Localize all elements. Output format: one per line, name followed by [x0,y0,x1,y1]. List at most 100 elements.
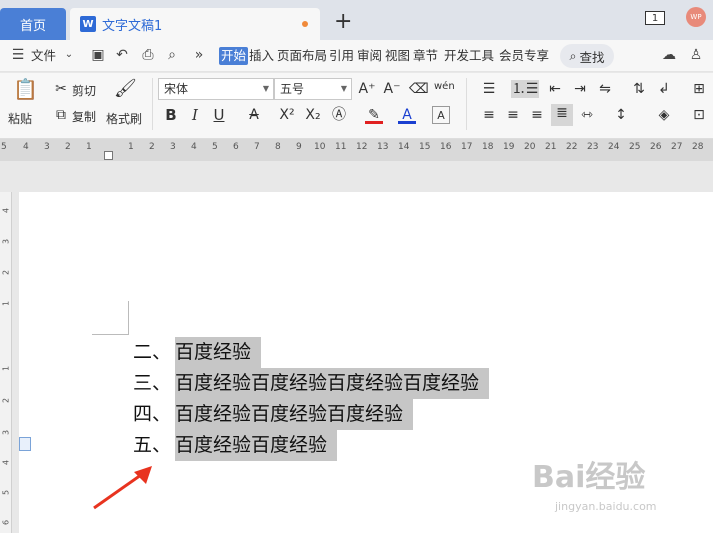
numbered-list-icon[interactable]: ⒈☰ [511,80,539,98]
search-button[interactable]: ⌕ 查找 [560,44,614,68]
tab-view[interactable]: 视图 [385,47,410,65]
ruler-tick: 2 [149,142,155,152]
align-left-icon[interactable]: ≡ [480,106,498,124]
more-chevron-icon[interactable]: » [191,47,207,63]
search-icon: ⌕ [569,48,577,63]
ruler-tick: 1 [128,142,134,152]
ruler-tick: 22 [566,142,578,152]
indent-marker[interactable] [104,151,113,160]
copy-icon[interactable]: ⧉ [52,106,70,124]
margin-corner-mark [92,301,129,335]
decrease-font-icon[interactable]: A⁻ [383,80,401,98]
vertical-ruler[interactable]: 4 3 2 1 1 2 3 4 5 6 [0,192,12,533]
divider [152,78,153,130]
ruler-tick: 16 [440,142,452,152]
font-name-select[interactable]: 宋体 ▼ [158,78,274,100]
ruler-tick: 1 [1,300,11,307]
list-item[interactable]: 四、 百度经验百度经验百度经验 [133,399,414,430]
underline-button[interactable]: U [210,106,228,124]
align-right-icon[interactable]: ≡ [528,106,546,124]
increase-font-icon[interactable]: A⁺ [358,80,376,98]
borders-icon[interactable]: ⊡ [690,106,708,124]
paste-icon[interactable]: 📋 [13,79,38,104]
avatar[interactable]: WP [686,7,706,27]
ruler-tick: 5 [1,489,11,496]
align-justify-icon[interactable]: ≣ [551,104,573,126]
paste-label[interactable]: 粘贴 [8,110,32,127]
list-text[interactable]: 百度经验百度经验百度经验百度经验 [175,368,490,399]
ruler-tick: 7 [254,142,260,152]
table-border-icon[interactable]: ⊞ [690,80,708,98]
tab-start[interactable]: 开始 [219,47,249,65]
italic-button[interactable]: I [186,106,204,124]
tab-chapter[interactable]: 章节 [413,47,438,65]
bullet-list-icon[interactable]: ☰ [480,80,498,98]
print-icon[interactable]: ⎙ [140,47,156,63]
list-item[interactable]: 三、 百度经验百度经验百度经验百度经验 [133,368,490,399]
show-marks-icon[interactable]: ↲ [655,80,673,98]
hamburger-menu-icon[interactable]: ☰ [10,47,26,63]
subscript-icon[interactable]: X₂ [304,106,322,124]
ruler-tick: 9 [296,142,302,152]
chevron-down-icon: ▼ [340,84,347,93]
ruler-tick: 2 [65,142,71,152]
divider [466,78,467,130]
tab-document[interactable]: W 文字文稿1 [70,8,320,40]
ruler-tick: 4 [1,207,11,214]
font-color-icon[interactable]: A [398,106,416,124]
distribute-icon[interactable]: ⇿ [578,106,596,124]
tab-insert[interactable]: 插入 [249,47,274,65]
horizontal-ruler[interactable]: 5 4 3 2 1 1 2 3 4 5 6 7 8 9 10 11 12 13 … [0,139,713,161]
tab-membership[interactable]: 会员专享 [499,47,549,65]
align-center-icon[interactable]: ≡ [504,106,522,124]
list-text[interactable]: 百度经验 [175,337,262,368]
list-text[interactable]: 百度经验百度经验百度经验 [175,399,414,430]
ruler-tick: 10 [314,142,326,152]
save-icon[interactable]: ▣ [90,47,106,63]
new-tab-button[interactable]: + [334,11,352,33]
chevron-down-icon[interactable]: ⌄ [61,47,77,63]
list-item[interactable]: 五、 百度经验百度经验 [133,430,338,461]
ruler-tick: 15 [419,142,431,152]
writer-doc-icon: W [80,16,96,32]
pinyin-guide-icon[interactable]: wén [434,78,455,96]
tab-developer[interactable]: 开发工具 [444,47,494,65]
print-preview-icon[interactable]: ⌕ [164,47,180,63]
highlight-color-icon[interactable]: ✎ [365,106,383,124]
tab-references[interactable]: 引用 [329,47,354,65]
tab-page-layout[interactable]: 页面布局 [277,47,327,65]
tab-review[interactable]: 审阅 [357,47,382,65]
line-spacing-icon[interactable]: ↕ [612,106,630,124]
shading-icon[interactable]: ◈ [655,106,673,124]
char-border-icon[interactable]: A [432,106,450,124]
list-item[interactable]: 二、 百度经验 [133,337,262,368]
window-count-badge[interactable]: 1 [645,11,665,25]
bold-button[interactable]: B [162,106,180,124]
ruler-tick: 24 [608,142,620,152]
chinese-layout-icon[interactable]: ⇋ [596,80,614,98]
text-effect-icon[interactable]: Ⓐ [330,106,348,124]
ruler-tick: 6 [233,142,239,152]
list-number: 二、 [133,341,172,363]
format-painter-icon[interactable]: 🖌 [114,80,137,102]
ruler-tick: 2 [1,269,11,276]
ruler-tick: 4 [23,142,29,152]
font-size-select[interactable]: 五号 ▼ [274,78,352,100]
share-user-icon[interactable]: ♙ [688,47,704,63]
scissors-icon[interactable]: ✂ [52,80,70,98]
superscript-icon[interactable]: X² [278,106,296,124]
strikethrough-icon[interactable]: A [245,106,263,124]
format-painter-label[interactable]: 格式刷 [106,110,142,127]
decrease-indent-icon[interactable]: ⇤ [546,80,564,98]
paragraph-layout-icon[interactable] [19,437,31,451]
clear-format-icon[interactable]: ⌫ [409,80,429,98]
list-text[interactable]: 百度经验百度经验 [175,430,338,461]
file-menu[interactable]: 文件 [31,47,56,65]
sort-icon[interactable]: ⇅ [630,80,648,98]
increase-indent-icon[interactable]: ⇥ [571,80,589,98]
undo-icon[interactable]: ↶ [114,47,130,63]
tab-home[interactable]: 首页 [0,8,66,40]
cut-label[interactable]: 剪切 [72,82,96,99]
cloud-sync-icon[interactable]: ☁ [661,47,677,63]
copy-label[interactable]: 复制 [72,108,96,125]
